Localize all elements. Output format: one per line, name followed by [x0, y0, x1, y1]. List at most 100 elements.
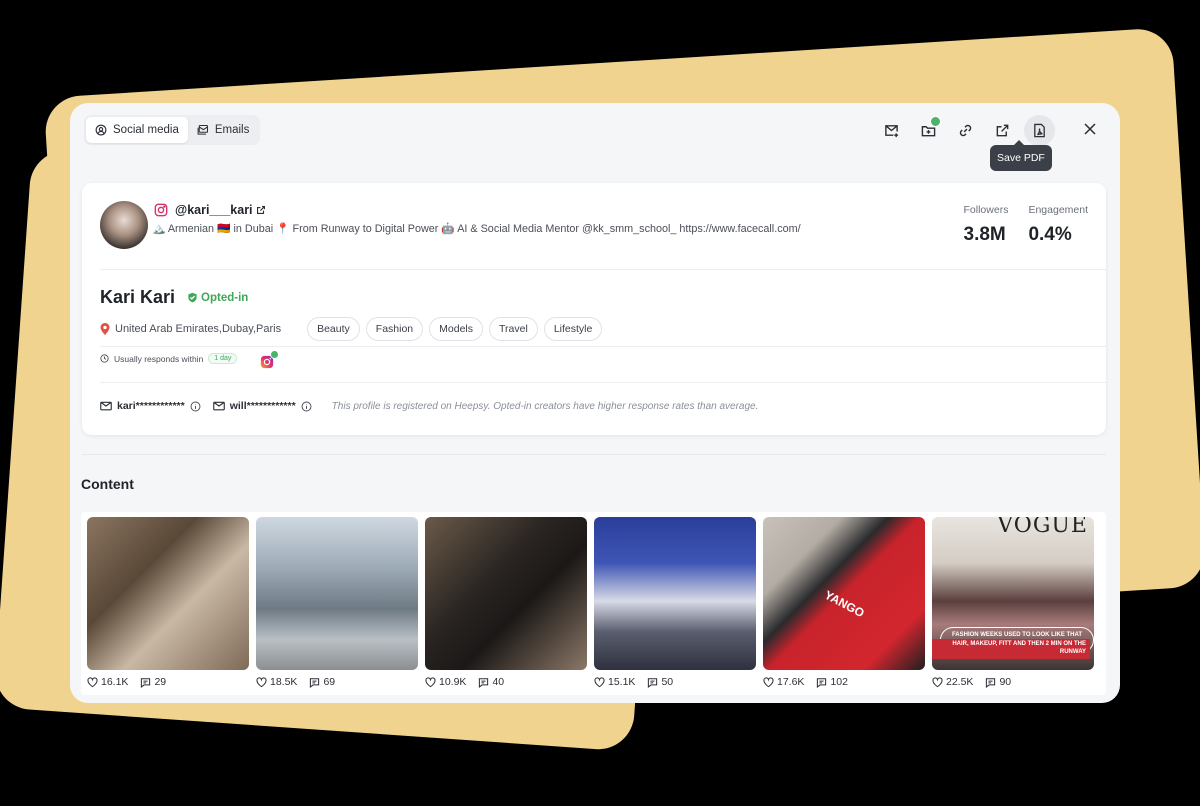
mail-icon [212, 401, 225, 411]
comment-icon [986, 677, 996, 688]
info-icon[interactable] [190, 401, 201, 412]
email-text: kari************ [117, 400, 185, 412]
tag-chip[interactable]: Beauty [307, 317, 360, 341]
comments-count: 50 [661, 676, 674, 688]
shield-check-icon [188, 292, 197, 303]
email-item[interactable]: kari************ [100, 400, 201, 412]
save-pdf-tooltip: Save PDF [990, 140, 1052, 171]
send-email-button[interactable] [876, 117, 907, 143]
engagement-stat: Engagement 0.4% [1028, 204, 1088, 246]
at-sign-icon [95, 124, 107, 136]
comments-count: 90 [999, 676, 1012, 688]
comments: 90 [985, 676, 1011, 688]
post-thumbnail[interactable] [256, 517, 418, 670]
post-card[interactable]: VOGUE FASHION WEEKS USED TO LOOK LIKE TH… [932, 517, 1094, 688]
post-thumbnail[interactable] [594, 517, 756, 670]
post-thumbnail[interactable]: VOGUE FASHION WEEKS USED TO LOOK LIKE TH… [932, 517, 1094, 670]
added-check-icon [930, 116, 941, 127]
close-button[interactable] [1081, 120, 1099, 138]
post-card[interactable]: 18.5K 69 [256, 517, 418, 688]
likes-count: 15.1K [608, 676, 636, 688]
comment-icon [479, 677, 489, 688]
mail-stack-icon [197, 124, 208, 135]
comments: 102 [816, 676, 848, 688]
engagement-value: 0.4% [1028, 224, 1072, 245]
comments-count: 69 [323, 676, 336, 688]
tab-label: Social media [113, 124, 179, 136]
add-to-list-button[interactable] [913, 116, 944, 143]
comments-count: 29 [154, 676, 167, 688]
opted-in-badge: Opted-in [187, 292, 248, 304]
email-item[interactable]: will************ [212, 400, 312, 412]
likes-count: 10.9K [439, 676, 467, 688]
instagram-verified[interactable] [260, 350, 279, 369]
post-overlay-text: YANGO [822, 587, 867, 621]
emails-row: kari************ will************ This p… [100, 400, 758, 412]
heart-icon [425, 676, 436, 687]
verified-check-icon [270, 350, 279, 359]
followers-label: Followers [963, 204, 1009, 216]
tag-chip[interactable]: Models [429, 317, 484, 341]
tag-chip[interactable]: Travel [489, 317, 538, 341]
post-thumbnail[interactable] [87, 517, 249, 670]
profile-name: Kari Kari [100, 287, 176, 307]
tab-emails[interactable]: Emails [188, 117, 259, 143]
tab-group: Social media Emails [84, 115, 261, 145]
content-strip: 16.1K 29 18.5K 69 10.9K 40 15.1K 50 YANG… [81, 512, 1106, 695]
location-tags-row: United Arab Emirates,Dubay,Paris Beauty … [100, 317, 603, 341]
location: United Arab Emirates,Dubay,Paris [100, 323, 281, 335]
divider [100, 346, 1106, 347]
post-meta: 17.6K 102 [763, 676, 925, 688]
handle-row: @kari___kari [154, 203, 266, 217]
toolbar [876, 115, 1055, 146]
response-label: Usually responds within [114, 353, 204, 364]
section-divider [82, 454, 1106, 455]
post-thumbnail[interactable]: YANGO [763, 517, 925, 670]
tab-social-media[interactable]: Social media [86, 117, 188, 143]
external-link-icon[interactable] [256, 205, 266, 215]
engagement-label: Engagement [1028, 204, 1088, 216]
comments-count: 102 [830, 676, 848, 688]
comments: 29 [140, 676, 166, 688]
likes-count: 16.1K [101, 676, 129, 688]
heart-icon [87, 676, 98, 687]
tag-chip[interactable]: Fashion [365, 317, 424, 341]
comments: 69 [309, 676, 335, 688]
post-card[interactable]: 16.1K 29 [87, 517, 249, 688]
heart-icon [594, 676, 605, 687]
profile-card: @kari___kari 🏔️ Armenian 🇦🇲 in Dubai 📍 F… [82, 183, 1106, 435]
info-icon[interactable] [301, 401, 312, 412]
tag-chip[interactable]: Lifestyle [543, 317, 603, 341]
post-caption: HAIR, MAKEUP, FITT AND THEN 2 MIN ON THE… [932, 639, 1090, 659]
instagram-icon [154, 203, 168, 217]
map-pin-icon [100, 323, 110, 335]
post-meta: 22.5K 90 [932, 676, 1094, 688]
comment-icon [817, 677, 827, 688]
link-icon [959, 124, 972, 136]
likes-count: 18.5K [270, 676, 298, 688]
close-icon [1084, 123, 1096, 135]
profile-handle[interactable]: @kari___kari [175, 203, 253, 217]
divider [100, 382, 1106, 383]
save-pdf-button[interactable] [1024, 115, 1055, 146]
response-badge: 1 day [208, 353, 238, 364]
post-meta: 16.1K 29 [87, 676, 249, 688]
likes-count: 22.5K [946, 676, 974, 688]
post-card[interactable]: 15.1K 50 [594, 517, 756, 688]
likes: 15.1K [594, 676, 635, 688]
heart-icon [932, 676, 943, 687]
copy-link-button[interactable] [950, 117, 981, 143]
external-link-icon [996, 124, 1009, 136]
email-text: will************ [229, 400, 296, 412]
heart-icon [763, 676, 774, 687]
email-note: This profile is registered on Heepsy. Op… [331, 400, 759, 412]
followers-stat: Followers 3.8M [964, 204, 1009, 246]
post-card[interactable]: YANGO 17.6K 102 [763, 517, 925, 688]
likes: 16.1K [87, 676, 128, 688]
heart-icon [256, 676, 267, 687]
post-card[interactable]: 10.9K 40 [425, 517, 587, 688]
post-thumbnail[interactable] [425, 517, 587, 670]
divider [100, 269, 1106, 270]
clock-icon [100, 354, 109, 363]
avatar [100, 201, 148, 249]
